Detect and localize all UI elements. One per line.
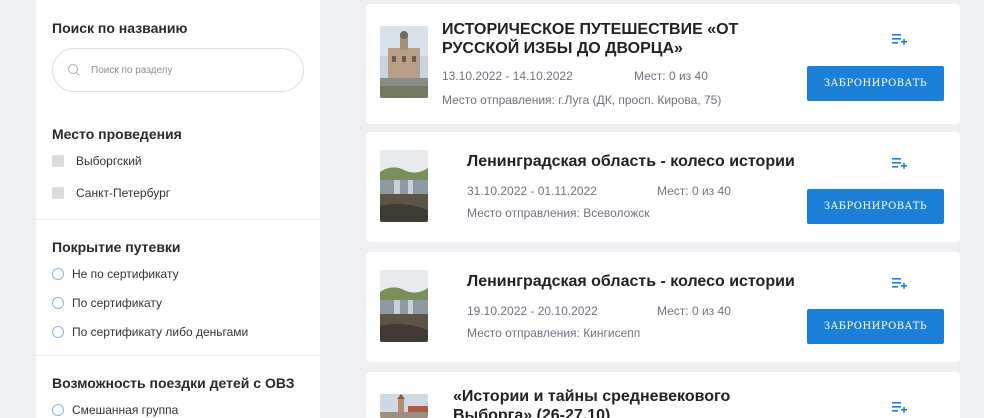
tour-title-line1[interactable]: Ленинградская область - колесо истории [467, 152, 795, 171]
tour-card[interactable]: «Истории и тайны средневекового Выборга»… [366, 372, 960, 418]
tour-thumbnail[interactable] [380, 394, 428, 418]
add-to-list-icon[interactable] [892, 400, 908, 414]
venue-option-spb[interactable]: Санкт-Петербург [52, 185, 170, 201]
search-input[interactable] [91, 64, 291, 76]
coverage-option-label: По сертификату [72, 296, 163, 310]
tour-departure: Место отправления: Всеволожск [467, 206, 650, 220]
venue-section-title: Место проведения [52, 126, 182, 142]
checkbox[interactable] [52, 155, 64, 167]
radio-button[interactable] [52, 404, 64, 416]
venue-option-label: Санкт-Петербург [76, 186, 171, 200]
tour-title-line2[interactable]: Выборга» (26-27.10) [453, 406, 610, 418]
radio-button[interactable] [52, 268, 64, 280]
tour-departure: Место отправления: Кингисепп [467, 326, 641, 340]
book-button[interactable]: ЗАБРОНИРОВАТЬ [807, 309, 944, 344]
section-divider [36, 355, 320, 356]
tour-seats: Мест: 0 из 40 [657, 304, 731, 318]
checkbox[interactable] [52, 187, 64, 199]
coverage-section-title: Покрытие путевки [52, 239, 181, 255]
venue-option-label: Выборгский [76, 154, 142, 168]
add-to-list-icon[interactable] [892, 276, 908, 290]
coverage-option-label: Не по сертификату [72, 267, 179, 281]
coverage-option-cert-or-money[interactable]: По сертификату либо деньгами [52, 324, 248, 340]
tour-thumbnail[interactable] [380, 150, 428, 222]
tour-departure: Место отправления: г.Луга (ДК, просп. Ки… [442, 93, 722, 107]
tour-dates: 13.10.2022 - 14.10.2022 [442, 69, 573, 83]
tour-thumbnail[interactable] [380, 26, 428, 98]
tour-title-line1[interactable]: «Истории и тайны средневекового [453, 387, 730, 406]
ovz-option-label: Смешанная группа [72, 403, 179, 417]
radio-button[interactable] [52, 326, 64, 338]
tour-dates: 31.10.2022 - 01.11.2022 [467, 184, 597, 198]
tour-card[interactable]: Ленинградская область - колесо истории 3… [366, 132, 960, 242]
filter-sidebar: Поиск по названию Место проведения Выбор… [36, 0, 320, 418]
search-icon [65, 61, 83, 79]
tour-thumbnail[interactable] [380, 270, 428, 342]
book-button[interactable]: ЗАБРОНИРОВАТЬ [807, 66, 944, 101]
search-section-title: Поиск по названию [52, 20, 188, 36]
ovz-section-title: Возможность поездки детей с ОВЗ [52, 375, 295, 391]
coverage-option-label: По сертификату либо деньгами [72, 325, 249, 339]
venue-option-vyborgsky[interactable]: Выборгский [52, 153, 142, 169]
tour-seats: Мест: 0 из 40 [657, 184, 731, 198]
tour-title-line1[interactable]: Ленинградская область - колесо истории [467, 272, 795, 291]
tour-seats: Мест: 0 из 40 [634, 69, 708, 83]
section-divider [36, 219, 320, 220]
add-to-list-icon[interactable] [892, 156, 908, 170]
coverage-option-no-cert[interactable]: Не по сертификату [52, 266, 179, 282]
tour-card[interactable]: Ленинградская область - колесо истории 1… [366, 252, 960, 362]
search-field[interactable] [52, 48, 304, 92]
radio-button[interactable] [52, 297, 64, 309]
tour-title-line2[interactable]: РУССКОЙ ИЗБЫ ДО ДВОРЦА» [442, 39, 683, 58]
tour-title-line1[interactable]: ИСТОРИЧЕСКОЕ ПУТЕШЕСТВИЕ «ОТ [442, 20, 738, 39]
add-to-list-icon[interactable] [892, 32, 908, 46]
tour-dates: 19.10.2022 - 20.10.2022 [467, 304, 598, 318]
tour-card[interactable]: ИСТОРИЧЕСКОЕ ПУТЕШЕСТВИЕ «ОТ РУССКОЙ ИЗБ… [366, 4, 960, 124]
coverage-option-cert[interactable]: По сертификату [52, 295, 162, 311]
book-button[interactable]: ЗАБРОНИРОВАТЬ [807, 189, 944, 224]
ovz-option-mixed[interactable]: Смешанная группа [52, 402, 178, 418]
